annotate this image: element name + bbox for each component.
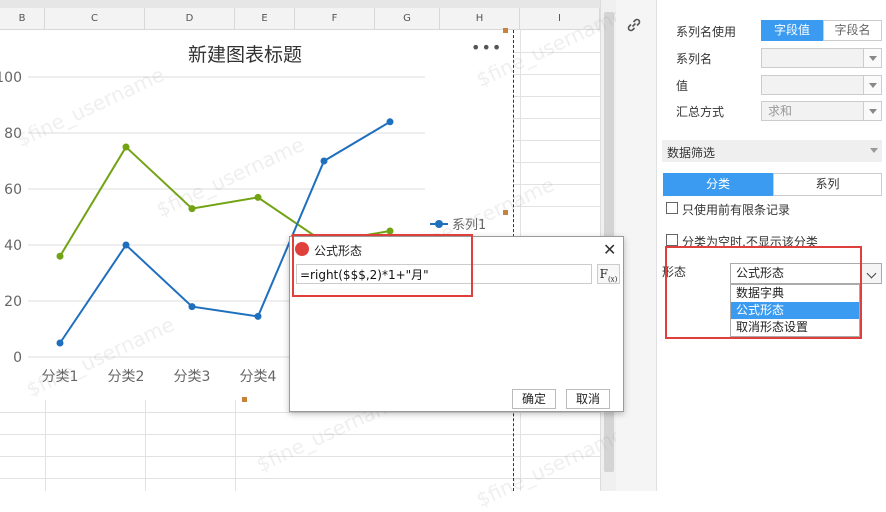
series-point xyxy=(122,143,130,151)
series-point xyxy=(56,339,64,347)
y-tick-label: 100 xyxy=(0,70,22,86)
series-point xyxy=(320,157,328,165)
grid-line xyxy=(513,52,600,53)
chevron-down-icon xyxy=(863,49,881,67)
formula-editor-button[interactable]: F(x) xyxy=(597,264,620,284)
formula-form-dialog: 公式形态 ✕ F(x) 确定 取消 xyxy=(289,236,624,412)
series-name-select[interactable] xyxy=(761,48,882,68)
dialog-title: 公式形态 xyxy=(314,244,363,258)
series-name-label: 系列名 xyxy=(676,52,713,66)
column-header-i[interactable]: I xyxy=(520,8,600,30)
grid-line xyxy=(513,162,600,163)
series-name-use-label: 系列名使用 xyxy=(676,25,737,39)
grid-line xyxy=(0,412,600,413)
column-header-g[interactable]: G xyxy=(375,8,440,30)
limit-records-checkbox[interactable] xyxy=(666,202,678,214)
cancel-button[interactable]: 取消 xyxy=(566,389,610,409)
legend-series-marker-icon xyxy=(430,218,448,230)
link-icon[interactable] xyxy=(625,16,643,34)
column-header-d[interactable]: D xyxy=(145,8,235,30)
series-point xyxy=(56,252,64,260)
grid-line xyxy=(513,206,600,207)
y-tick-label: 20 xyxy=(4,294,22,310)
form-style-dropdown: 数据字典 公式形态 取消形态设置 xyxy=(730,284,860,337)
chart-more-icon[interactable]: ••• xyxy=(471,38,502,57)
summary-select[interactable]: 求和 xyxy=(761,101,882,121)
grid-line xyxy=(513,118,600,119)
summary-label: 汇总方式 xyxy=(676,105,725,119)
fx-label: F xyxy=(599,267,608,281)
grid-line xyxy=(235,400,236,491)
series-point xyxy=(122,241,130,249)
column-header-h[interactable]: H xyxy=(440,8,520,30)
fx-sub-label: (x) xyxy=(607,275,618,284)
form-style-select[interactable]: 公式形态 xyxy=(730,263,882,284)
chevron-down-icon xyxy=(861,264,881,283)
y-tick-label: 40 xyxy=(4,238,22,254)
chart-legend: 系列1 xyxy=(430,214,486,233)
y-tick-label: 60 xyxy=(4,182,22,198)
column-header-f[interactable]: F xyxy=(295,8,375,30)
tab-series[interactable]: 系列 xyxy=(773,173,882,196)
form-style-selected-value: 公式形态 xyxy=(736,266,785,280)
app-logo-icon xyxy=(295,242,309,256)
column-header-c[interactable]: C xyxy=(45,8,145,30)
toggle-field-value[interactable]: 字段值 xyxy=(761,20,823,41)
grid-line xyxy=(513,184,600,185)
series-point xyxy=(254,193,262,201)
series-point xyxy=(386,118,394,126)
x-tick-label: 分类1 xyxy=(42,369,79,385)
tab-category[interactable]: 分类 xyxy=(663,173,773,196)
chevron-down-icon xyxy=(863,76,881,94)
grid-line xyxy=(513,96,600,97)
ok-button[interactable]: 确定 xyxy=(512,389,556,409)
grid-line xyxy=(0,478,600,479)
toggle-field-name[interactable]: 字段名 xyxy=(823,20,882,41)
column-header-e[interactable]: E xyxy=(235,8,295,30)
grid-line xyxy=(45,400,46,491)
x-tick-label: 分类3 xyxy=(174,369,211,385)
option-cancel-form[interactable]: 取消形态设置 xyxy=(731,319,859,336)
limit-records-label: 只使用前有限条记录 xyxy=(682,203,791,217)
column-header-bar: B C D E F G H I xyxy=(0,8,600,30)
hide-empty-category-label: 分类为空时,不显示该分类 xyxy=(682,235,818,249)
series-point xyxy=(188,205,196,213)
close-icon[interactable]: ✕ xyxy=(603,240,616,259)
x-tick-label: 分类4 xyxy=(240,369,277,385)
summary-select-value: 求和 xyxy=(768,104,793,118)
y-tick-label: 0 xyxy=(13,350,22,366)
series-point xyxy=(188,303,196,311)
option-data-dictionary[interactable]: 数据字典 xyxy=(731,285,859,302)
grid-line xyxy=(145,400,146,491)
value-label: 值 xyxy=(676,79,689,93)
value-select[interactable] xyxy=(761,75,882,95)
x-tick-label: 分类2 xyxy=(108,369,145,385)
series-point xyxy=(386,227,394,235)
legend-series-label: 系列1 xyxy=(452,218,487,233)
chevron-down-icon xyxy=(863,102,881,120)
series-point xyxy=(254,312,262,320)
grid-line xyxy=(513,140,600,141)
form-style-label: 形态 xyxy=(662,265,687,279)
option-formula-form[interactable]: 公式形态 xyxy=(731,302,859,319)
data-filter-title: 数据筛选 xyxy=(667,146,716,160)
formula-input[interactable] xyxy=(296,264,592,284)
hide-empty-category-checkbox[interactable] xyxy=(666,234,678,246)
y-tick-label: 80 xyxy=(4,126,22,142)
grid-line xyxy=(0,456,600,457)
sheet-top-strip xyxy=(0,0,600,8)
grid-line xyxy=(513,74,600,75)
column-header-b[interactable]: B xyxy=(0,8,45,30)
chart-title: 新建图表标题 xyxy=(187,44,302,66)
grid-line xyxy=(0,434,600,435)
caret-down-icon[interactable] xyxy=(870,148,878,153)
